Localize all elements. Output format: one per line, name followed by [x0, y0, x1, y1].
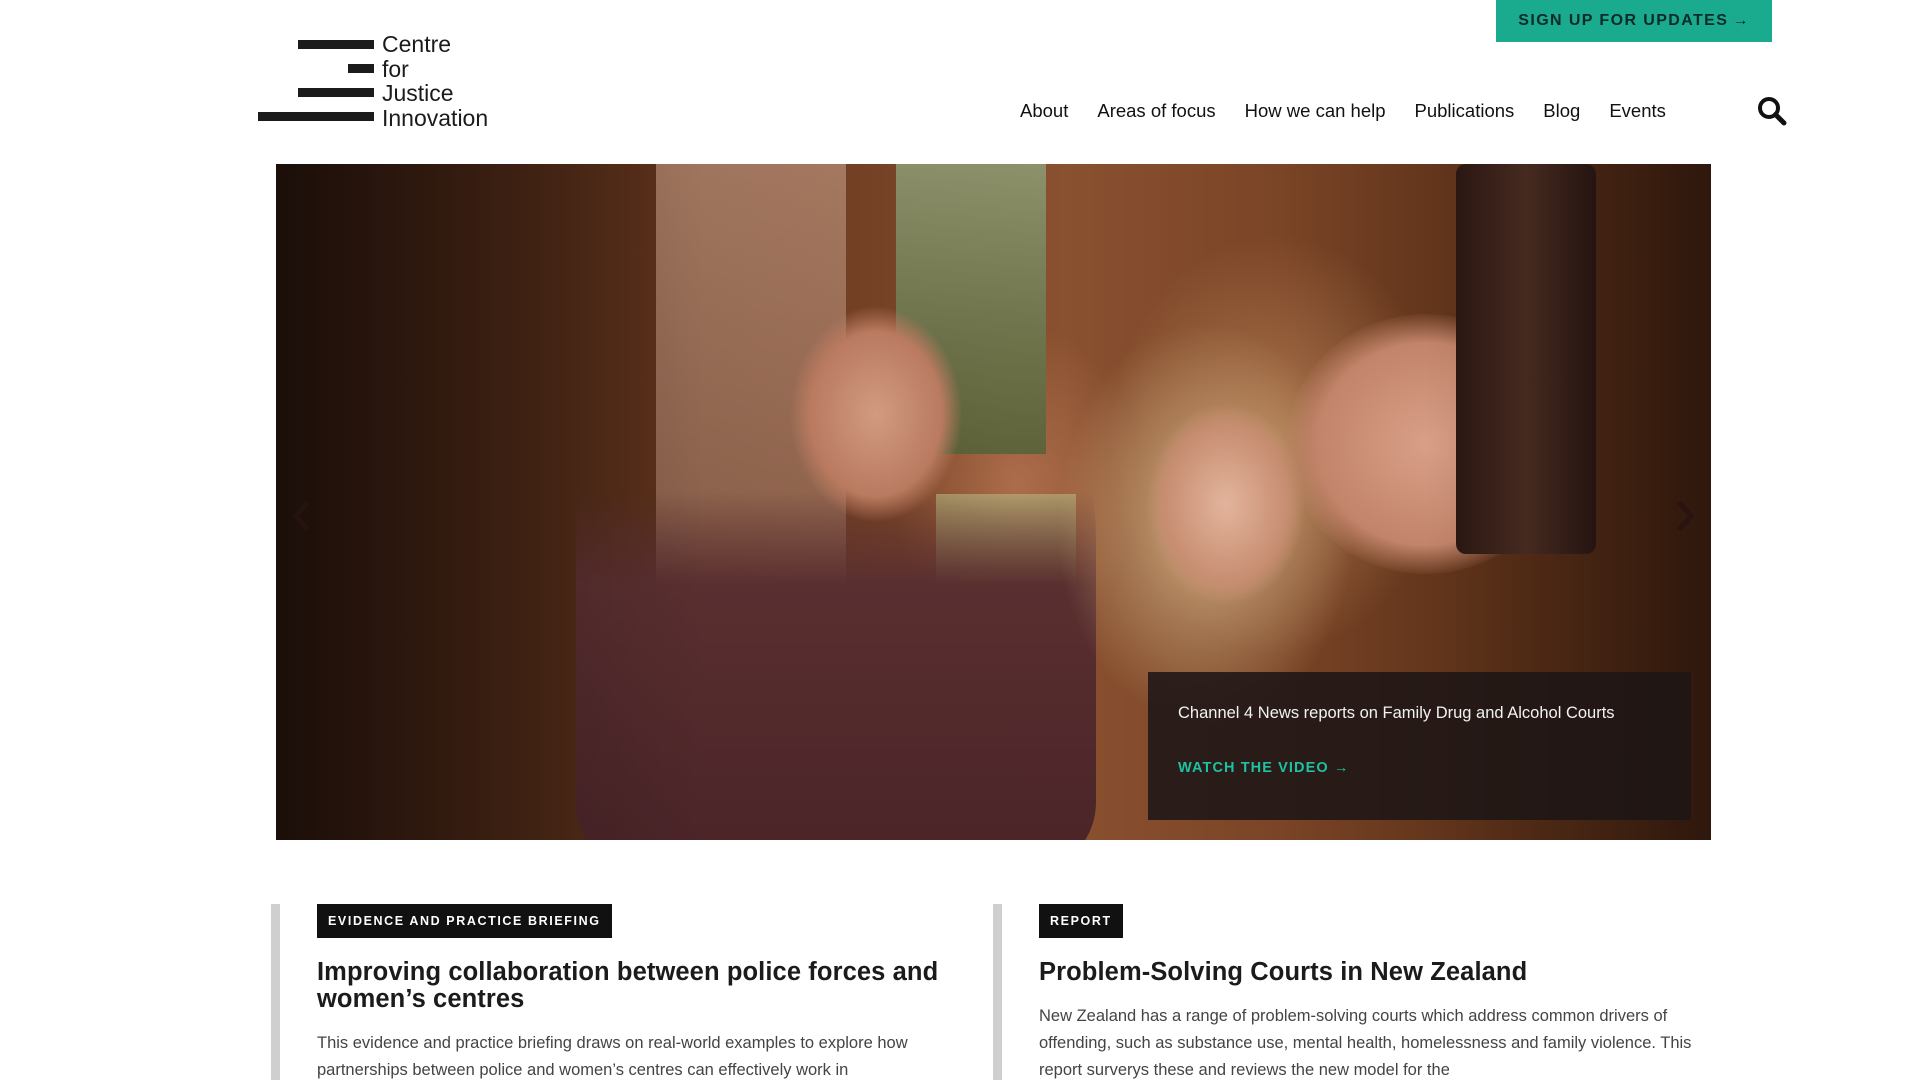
hero-caption: Channel 4 News reports on Family Drug an…: [1148, 672, 1691, 820]
sign-up-label: SIGN UP FOR UPDATES: [1518, 12, 1729, 29]
search-icon[interactable]: [1756, 95, 1788, 127]
nav-item-blog[interactable]: Blog: [1543, 100, 1580, 122]
card-title[interactable]: Improving collaboration between police f…: [317, 959, 971, 1013]
card-tag: REPORT: [1039, 904, 1123, 938]
arrow-right-icon: →: [1333, 760, 1350, 776]
nav-item-areas-of-focus[interactable]: Areas of focus: [1097, 100, 1215, 122]
arrow-right-icon: →: [1732, 12, 1750, 29]
card-excerpt: New Zealand has a range of problem-solvi…: [1039, 1007, 1692, 1079]
nav-item-about[interactable]: About: [1020, 100, 1068, 122]
logo-wordmark: Centre for Justice Innovation: [382, 32, 488, 130]
card-tag: EVIDENCE AND PRACTICE BRIEFING: [317, 904, 612, 938]
hero-caption-text: Channel 4 News reports on Family Drug an…: [1178, 704, 1615, 722]
logo-line: Justice: [382, 80, 454, 106]
watch-video-link[interactable]: WATCH THE VIDEO →: [1178, 760, 1350, 776]
logo-mark-icon: [258, 32, 374, 128]
card-title[interactable]: Problem-Solving Courts in New Zealand: [1039, 959, 1693, 986]
logo-line: for: [382, 55, 409, 82]
chevron-left-icon[interactable]: [288, 494, 318, 538]
card-excerpt: This evidence and practice briefing draw…: [317, 1034, 908, 1079]
site-logo[interactable]: Centre for Justice Innovation: [258, 32, 508, 130]
chevron-right-icon[interactable]: [1669, 494, 1699, 538]
publication-card[interactable]: EVIDENCE AND PRACTICE BRIEFING Improving…: [271, 904, 971, 1080]
nav-item-events[interactable]: Events: [1609, 100, 1666, 122]
logo-line: Centre: [382, 31, 452, 57]
hero-carousel: Channel 4 News reports on Family Drug an…: [276, 164, 1711, 840]
logo-line: Innovation: [382, 104, 489, 131]
publication-card[interactable]: REPORT Problem-Solving Courts in New Zea…: [993, 904, 1693, 1080]
sign-up-button[interactable]: SIGN UP FOR UPDATES →: [1496, 0, 1772, 42]
nav-item-how-we-can-help[interactable]: How we can help: [1245, 100, 1386, 122]
nav-item-publications[interactable]: Publications: [1415, 100, 1515, 122]
main-nav: About Areas of focus How we can help Pub…: [1020, 100, 1695, 122]
watch-video-label: WATCH THE VIDEO: [1178, 760, 1329, 776]
